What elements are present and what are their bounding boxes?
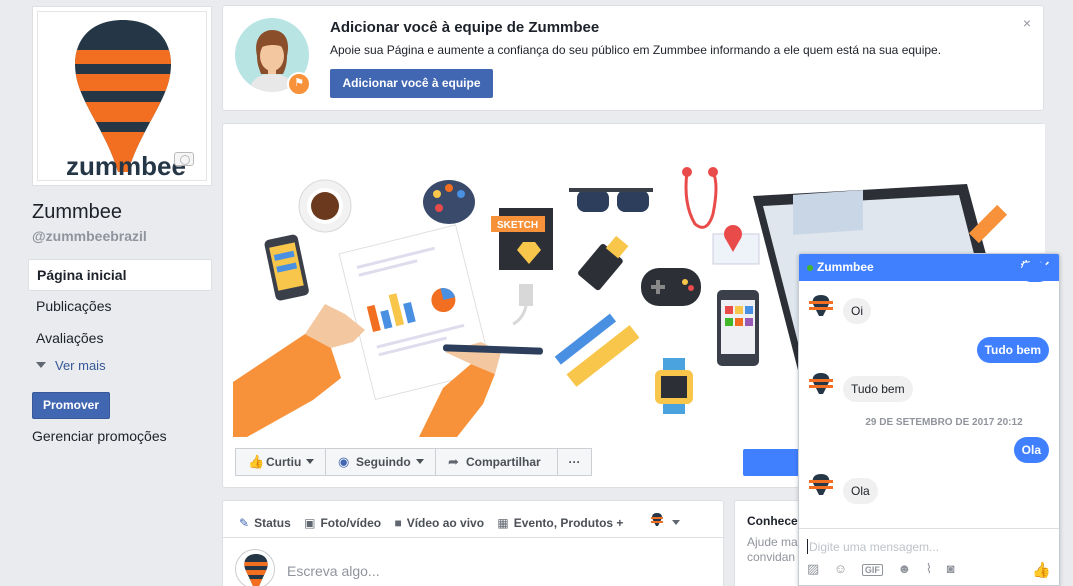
chevron-down-icon [415,459,424,464]
liked-label: Curtiu [266,455,302,469]
tab-live-video[interactable]: ■ Vídeo ao vivo [394,516,484,530]
chat-message-input[interactable]: Digite uma mensagem... [809,540,939,554]
tab-live-video-label: Vídeo ao vivo [406,516,485,530]
page-name[interactable]: Zummbee [32,201,122,224]
palette-icon [423,180,475,224]
contact-avatar-icon [809,474,833,495]
chat-contact-name[interactable]: Zummbee [817,260,874,274]
chat-message: Tudo bem [843,376,913,402]
chat-input-divider [799,528,1059,529]
gamepad-icon [641,268,701,306]
thumbs-up-icon: 👍 [248,454,265,469]
tab-photo-video-label: Foto/vídeo [320,516,382,530]
share-label: Compartilhar [466,455,541,469]
chat-toolbar: ▨ ☺ GIF ☻ ⌇ ◙ [807,561,966,577]
following-label: Seguindo [356,455,411,469]
chevron-down-icon [672,520,681,525]
nav-item-posts[interactable]: Publicações [28,291,212,323]
chat-header[interactable]: Zummbee ⚙ ✕ [799,254,1059,281]
manage-promotions-link[interactable]: Gerenciar promoções [32,428,167,444]
contact-avatar-icon [809,295,833,316]
gif-icon[interactable]: GIF [861,564,883,576]
svg-text:SKETCH: SKETCH [497,220,538,231]
camera-icon[interactable]: ◙ [947,561,955,576]
camera-icon[interactable] [174,152,194,166]
flag-icon: ⚑ [287,72,311,96]
emoji-icon[interactable]: ☻ [897,561,911,576]
contact-avatar-icon [809,373,833,394]
chat-timestamp: 29 DE SETEMBRO DE 2017 20:12 [865,417,1023,428]
post-as-selector[interactable] [650,513,681,530]
post-composer: ✎ Status ▣ Foto/vídeo ■ Vídeo ao vivo ▦ Even… [222,500,724,586]
video-camera-icon: ■ [394,516,402,530]
sketch-app-icon: SKETCH [491,208,553,270]
tab-event-products[interactable]: ▦ Evento, Produtos + [497,516,623,530]
rss-icon: ◉ [338,454,350,469]
composer-divider [223,537,723,538]
profile-picture[interactable]: zummbee [32,6,212,186]
chat-message: Oi [843,298,871,324]
pencil-icon: ✎ [239,516,250,530]
messenger-chat-window: Zummbee ⚙ ✕ Oi Tudo bem Tudo bem 29 DE S… [798,253,1060,586]
nav-item-reviews[interactable]: Avaliações [28,323,212,355]
nav-item-home[interactable]: Página inicial [28,259,212,291]
event-icon: ▦ [497,516,509,530]
share-icon: ➦ [448,454,459,469]
app-phone-icon [717,290,759,366]
online-status-dot [807,265,813,271]
chat-message-partial [1021,262,1049,282]
text-cursor [807,539,808,554]
see-more-label: Ver mais [55,358,106,373]
page-handle[interactable]: @zummbeebrazil [32,228,147,244]
sticker-icon[interactable]: ☺ [834,561,847,576]
tab-photo-video[interactable]: ▣ Foto/vídeo [304,516,381,530]
zummbee-avatar-icon [650,513,663,526]
suggestion-title: Conhece [747,514,798,528]
composer-tabs: ✎ Status ▣ Foto/vídeo ■ Vídeo ao vivo ▦ Even… [239,513,681,530]
chat-message: Ola [1013,437,1049,463]
coffee-cup-icon [298,179,352,233]
tab-event-products-label: Evento, Produtos + [513,516,624,530]
avatar [235,549,275,586]
page-nav: Página inicial Publicações Avaliações [28,259,212,355]
attach-icon[interactable]: ⌇ [926,561,932,576]
logo-wordmark: zummbee [66,151,186,181]
chat-message: Tudo bem [976,337,1049,363]
add-to-team-button[interactable]: Adicionar você à equipe [330,69,493,98]
following-button[interactable]: ◉ Seguindo [325,448,436,476]
close-icon[interactable]: × [1023,15,1031,31]
chevron-down-icon [306,459,315,464]
team-prompt-title: Adicionar você à equipe de Zummbee [330,19,600,36]
tab-status-label: Status [254,516,291,530]
share-button[interactable]: ➦ Compartilhar [435,448,558,476]
more-icon: ··· [568,455,581,469]
more-options-button[interactable]: ··· [557,448,592,476]
photo-icon: ▣ [304,516,316,530]
tab-status[interactable]: ✎ Status [239,516,291,530]
composer-input[interactable]: Escreva algo... [287,563,380,579]
promote-button[interactable]: Promover [32,392,110,419]
team-prompt-card: ⚑ Adicionar você à equipe de Zummbee Apo… [222,5,1044,111]
image-icon[interactable]: ▨ [807,561,819,576]
team-prompt-description: Apoie sua Página e aumente a confiança d… [330,43,942,57]
see-more-link[interactable]: Ver mais [36,358,106,373]
chevron-down-icon [36,362,46,368]
thumbs-up-icon[interactable]: 👍 [1032,561,1051,579]
liked-button[interactable]: 👍 Curtiu [235,448,326,476]
chat-message: Ola [843,478,878,504]
